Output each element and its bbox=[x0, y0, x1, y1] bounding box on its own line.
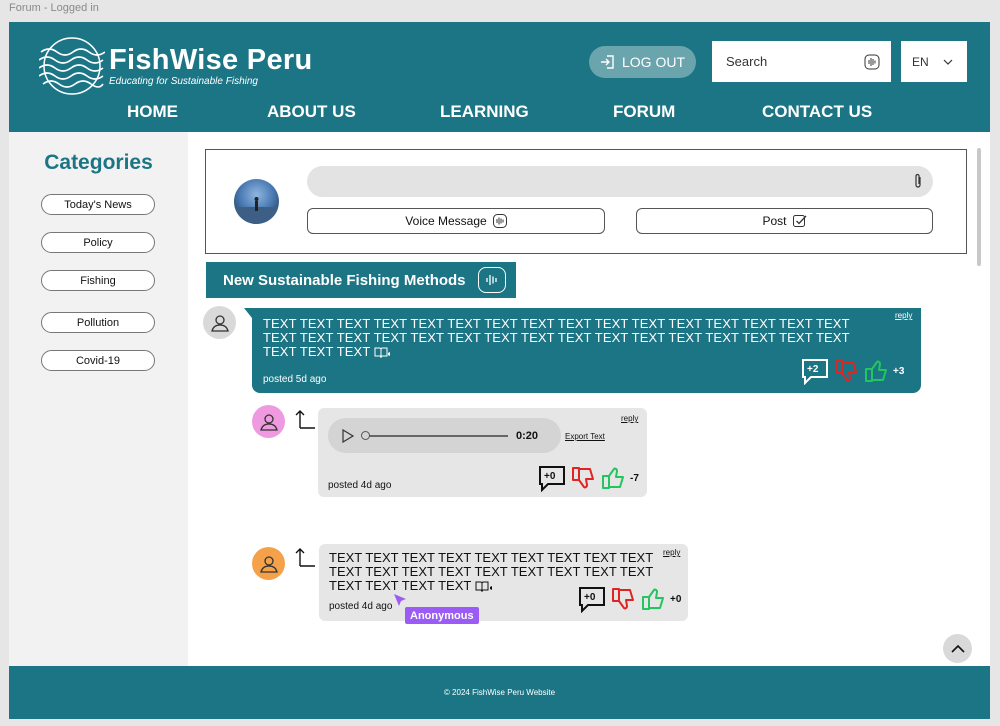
post-composer: Voice Message Post bbox=[205, 149, 967, 254]
author-avatar[interactable] bbox=[203, 306, 236, 339]
thumbs-up-icon[interactable] bbox=[640, 586, 666, 612]
post-label: Post bbox=[762, 214, 787, 228]
site-header: FishWise Peru Educating for Sustainable … bbox=[9, 22, 990, 132]
category-pollution[interactable]: Pollution bbox=[41, 312, 155, 333]
search-input[interactable]: Search bbox=[712, 41, 891, 82]
comment-count: +0 bbox=[544, 471, 556, 482]
voice-icon bbox=[492, 214, 507, 228]
post-timestamp: posted 5d ago bbox=[263, 374, 327, 385]
collaborator-cursor-icon bbox=[394, 594, 406, 606]
scrollbar[interactable] bbox=[977, 148, 981, 266]
chevron-down-icon bbox=[943, 59, 953, 65]
audio-scrubber[interactable] bbox=[361, 430, 370, 440]
topic-header: New Sustainable Fishing Methods bbox=[206, 262, 516, 298]
collaborator-cursor-tag: Anonymous bbox=[405, 607, 479, 624]
category-covid-19[interactable]: Covid-19 bbox=[41, 350, 155, 371]
language-value: EN bbox=[912, 54, 929, 69]
audio-progress-track[interactable] bbox=[361, 430, 508, 440]
thumbs-down-icon[interactable] bbox=[610, 586, 636, 612]
comment-count-button[interactable]: +0 bbox=[578, 585, 606, 614]
topic-title: New Sustainable Fishing Methods bbox=[223, 271, 466, 289]
user-icon bbox=[259, 413, 278, 431]
comment-count-button[interactable]: +2 bbox=[801, 357, 829, 386]
export-text-link[interactable]: Export Text bbox=[565, 432, 605, 441]
scroll-to-top-button[interactable] bbox=[943, 634, 972, 663]
language-select[interactable]: EN bbox=[901, 41, 967, 82]
post-timestamp: posted 4d ago bbox=[328, 480, 392, 491]
copyright-text: © 2024 FishWise Peru Website bbox=[443, 688, 556, 697]
user-avatar bbox=[234, 179, 279, 224]
reply-link[interactable]: reply bbox=[895, 311, 912, 320]
forum-post: TEXT TEXT TEXT TEXT TEXT TEXT TEXT TEXT … bbox=[244, 308, 921, 393]
thumbs-down-icon[interactable] bbox=[570, 465, 596, 491]
audio-player[interactable]: 0:20 bbox=[328, 418, 561, 453]
author-avatar[interactable] bbox=[252, 547, 285, 580]
reply-arrow-icon bbox=[295, 548, 315, 567]
site-footer: © 2024 FishWise Peru Website bbox=[9, 666, 990, 719]
reaction-bar: +0 -7 bbox=[538, 464, 639, 493]
logout-label: LOG OUT bbox=[621, 54, 685, 70]
vote-count: -7 bbox=[630, 472, 639, 484]
nav-contact-us[interactable]: CONTACT US bbox=[762, 102, 872, 122]
voice-message-label: Voice Message bbox=[405, 214, 487, 228]
vote-count: +0 bbox=[670, 593, 682, 605]
comment-count: +2 bbox=[807, 364, 819, 375]
main-nav: HOME ABOUT US LEARNING FORUM CONTACT US bbox=[9, 102, 990, 124]
comment-count-button[interactable]: +0 bbox=[538, 464, 566, 493]
user-icon bbox=[259, 555, 278, 573]
nav-about-us[interactable]: ABOUT US bbox=[267, 102, 356, 122]
post-text-body: TEXT TEXT TEXT TEXT TEXT TEXT TEXT TEXT … bbox=[263, 316, 850, 359]
checkbox-icon bbox=[792, 215, 806, 227]
search-placeholder: Search bbox=[726, 54, 768, 69]
forum-reply: 0:20 Export Text reply posted 4d ago +0 … bbox=[318, 408, 647, 497]
category-todays-news[interactable]: Today's News bbox=[41, 194, 155, 215]
audio-duration: 0:20 bbox=[516, 429, 539, 442]
voice-message-button[interactable]: Voice Message bbox=[307, 208, 605, 234]
waves-logo-icon bbox=[39, 37, 105, 95]
reaction-bar: +0 +0 bbox=[578, 585, 682, 614]
post-text: TEXT TEXT TEXT TEXT TEXT TEXT TEXT TEXT … bbox=[263, 317, 883, 359]
reply-link[interactable]: reply bbox=[663, 548, 680, 557]
thumbs-up-icon[interactable] bbox=[600, 465, 626, 491]
play-icon[interactable] bbox=[341, 428, 355, 443]
comment-count: +0 bbox=[584, 592, 596, 603]
reaction-bar: +2 +3 bbox=[801, 357, 905, 386]
topic-voice-icon[interactable] bbox=[477, 267, 506, 293]
user-icon bbox=[210, 314, 229, 332]
thumbs-down-icon[interactable] bbox=[833, 358, 859, 384]
logout-button[interactable]: LOG OUT bbox=[589, 46, 696, 78]
post-timestamp: posted 4d ago bbox=[329, 601, 393, 612]
brand-logo[interactable]: FishWise Peru Educating for Sustainable … bbox=[39, 36, 312, 96]
read-aloud-icon[interactable] bbox=[475, 580, 495, 593]
nav-home[interactable]: HOME bbox=[127, 102, 178, 122]
vote-count: +3 bbox=[893, 365, 905, 377]
categories-title: Categories bbox=[44, 151, 153, 174]
author-avatar[interactable] bbox=[252, 405, 285, 438]
read-aloud-icon[interactable] bbox=[374, 346, 392, 359]
forum-reply: TEXT TEXT TEXT TEXT TEXT TEXT TEXT TEXT … bbox=[319, 544, 688, 621]
attachment-icon[interactable] bbox=[913, 173, 923, 189]
reply-link[interactable]: reply bbox=[621, 414, 638, 423]
chevron-up-icon bbox=[950, 644, 965, 653]
category-fishing[interactable]: Fishing bbox=[41, 270, 155, 291]
brand-tagline: Educating for Sustainable Fishing bbox=[109, 76, 258, 87]
categories-sidebar: Categories Today's News Policy Fishing P… bbox=[9, 132, 188, 666]
brand-title: FishWise Peru bbox=[109, 44, 313, 76]
post-button[interactable]: Post bbox=[636, 208, 933, 234]
post-input[interactable] bbox=[307, 166, 933, 197]
logout-icon bbox=[600, 55, 614, 69]
nav-forum[interactable]: FORUM bbox=[613, 102, 675, 122]
category-policy[interactable]: Policy bbox=[41, 232, 155, 253]
frame-label: Forum - Logged in bbox=[9, 2, 99, 14]
thumbs-up-icon[interactable] bbox=[863, 358, 889, 384]
user-photo-icon bbox=[234, 197, 279, 224]
voice-search-icon[interactable] bbox=[864, 54, 880, 70]
reply-arrow-icon bbox=[295, 410, 315, 429]
nav-learning[interactable]: LEARNING bbox=[440, 102, 529, 122]
